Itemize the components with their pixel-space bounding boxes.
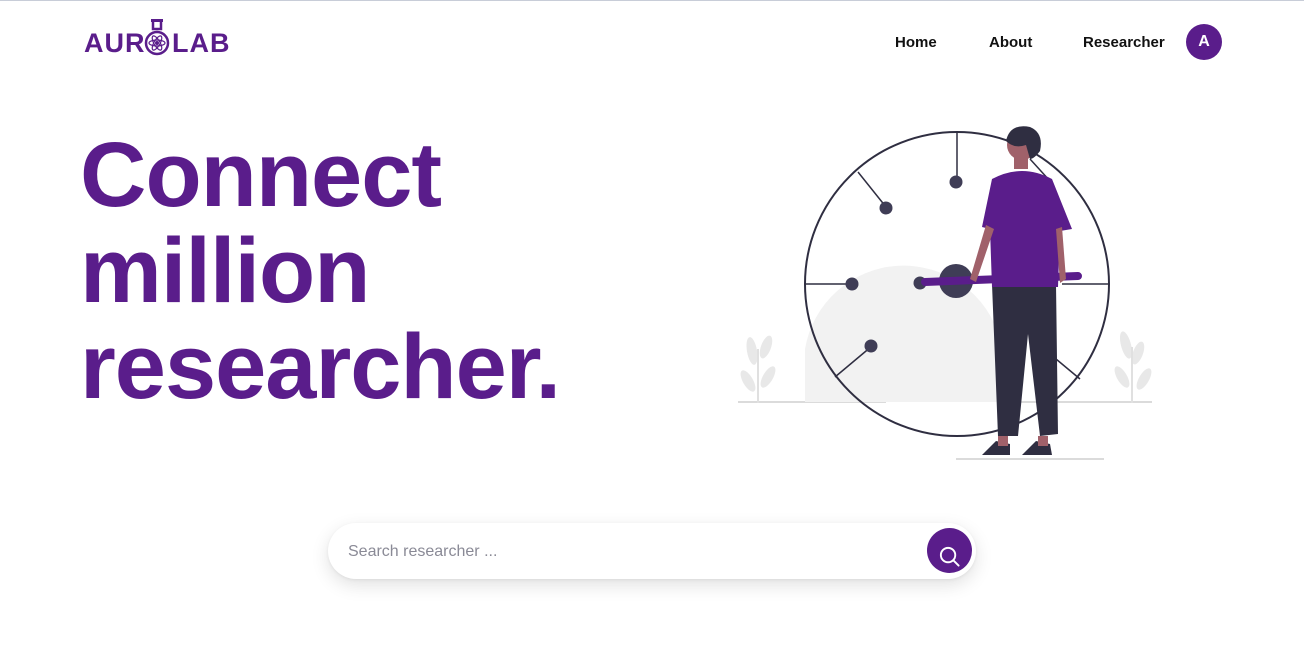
plant-right-decoration <box>1114 331 1152 403</box>
person-figure <box>970 126 1072 455</box>
plant-left-decoration <box>740 335 776 403</box>
nav-researcher-link[interactable]: Researcher <box>1083 34 1165 51</box>
hero-heading: Connect million researcher. <box>80 124 561 418</box>
hero-illustration <box>730 119 1160 469</box>
hero-line-1: Connect <box>80 124 442 226</box>
search-input[interactable] <box>346 533 910 571</box>
nav-about-link[interactable]: About <box>989 34 1032 51</box>
user-avatar[interactable]: A <box>1186 24 1222 60</box>
search-icon <box>939 546 960 567</box>
search-button[interactable] <box>927 528 972 573</box>
search-bar <box>328 523 976 579</box>
hero-line-2: million <box>80 220 370 322</box>
hero-line-3: researcher. <box>80 316 561 418</box>
nav-home-link[interactable]: Home <box>895 34 937 51</box>
top-navigation: Home About Researcher A <box>0 24 1304 61</box>
